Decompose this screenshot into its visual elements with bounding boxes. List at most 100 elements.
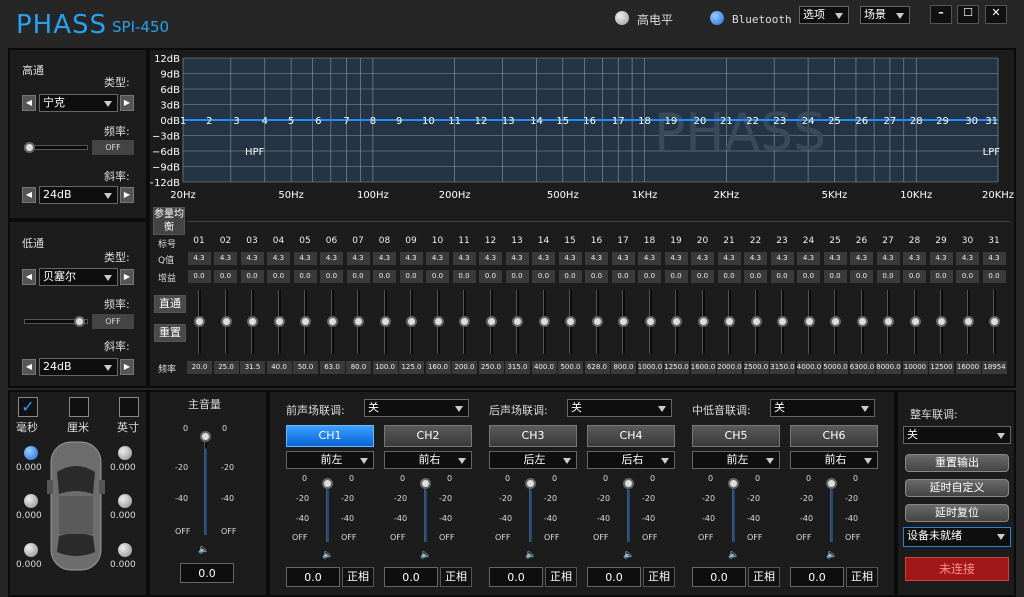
eq-band-marker[interactable]: 30 bbox=[965, 116, 978, 127]
speaker-delay-value[interactable]: 0.000 bbox=[110, 560, 136, 570]
speaker-select-icon[interactable] bbox=[118, 446, 132, 460]
band-gain-value[interactable]: 0.0 bbox=[691, 270, 714, 283]
eq-band-marker[interactable]: 16 bbox=[583, 116, 596, 127]
band-freq-value[interactable]: 6300.0 bbox=[849, 361, 875, 374]
band-freq-value[interactable]: 628.0 bbox=[584, 361, 610, 374]
bypass-button[interactable]: 直通 bbox=[154, 295, 186, 313]
band-q-value[interactable]: 4.3 bbox=[505, 252, 529, 265]
band-q-value[interactable]: 4.3 bbox=[532, 252, 555, 265]
band-q-value[interactable]: 4.3 bbox=[823, 252, 847, 265]
band-q-value[interactable]: 4.3 bbox=[664, 252, 688, 265]
band-gain-value[interactable]: 0.0 bbox=[664, 270, 688, 283]
band-gain-value[interactable]: 0.0 bbox=[187, 270, 211, 283]
band-gain-knob[interactable] bbox=[406, 316, 417, 327]
eq-band-marker[interactable]: 3 bbox=[233, 116, 239, 127]
band-freq-value[interactable]: 25.0 bbox=[213, 361, 239, 374]
eq-band-marker[interactable]: 11 bbox=[448, 116, 461, 127]
highpass-slope-next[interactable]: ▶ bbox=[120, 187, 134, 203]
band-q-value[interactable]: 4.3 bbox=[399, 252, 423, 265]
band-gain-knob[interactable] bbox=[989, 316, 1000, 327]
band-freq-value[interactable]: 3150.0 bbox=[770, 361, 795, 374]
band-q-value[interactable]: 4.3 bbox=[611, 252, 635, 265]
channel-position-select[interactable]: 前右 bbox=[790, 451, 878, 469]
band-gain-knob[interactable] bbox=[300, 316, 311, 327]
channel-volume-knob[interactable] bbox=[322, 478, 333, 489]
band-freq-value[interactable]: 80.0 bbox=[346, 361, 371, 374]
lowpass-slope-select[interactable]: 24dB bbox=[39, 358, 118, 376]
eq-band-marker[interactable]: 23 bbox=[774, 116, 787, 127]
band-gain-knob[interactable] bbox=[883, 316, 894, 327]
channel-button[interactable]: CH2 bbox=[384, 425, 472, 447]
band-freq-value[interactable]: 1000.0 bbox=[637, 361, 663, 374]
master-volume-track[interactable] bbox=[204, 433, 207, 535]
channel-volume-slider[interactable] bbox=[424, 480, 427, 542]
band-freq-value[interactable]: 31.5 bbox=[240, 361, 265, 374]
close-button[interactable]: ✕ bbox=[985, 5, 1007, 24]
eq-band-marker[interactable]: 7 bbox=[343, 116, 349, 127]
channel-button[interactable]: CH5 bbox=[692, 425, 780, 447]
band-freq-value[interactable]: 400.0 bbox=[531, 361, 557, 374]
scene-menu[interactable]: 场景 bbox=[860, 6, 910, 24]
channel-volume-knob[interactable] bbox=[623, 478, 634, 489]
band-gain-knob[interactable] bbox=[856, 316, 868, 327]
band-gain-knob[interactable] bbox=[591, 316, 603, 327]
bluetooth-indicator[interactable] bbox=[710, 11, 724, 25]
lowpass-type-prev[interactable]: ◀ bbox=[22, 269, 36, 285]
channel-button[interactable]: CH6 bbox=[790, 425, 878, 447]
band-freq-value[interactable]: 2500.0 bbox=[743, 361, 769, 374]
lowpass-freq-knob[interactable] bbox=[74, 316, 85, 327]
eq-band-marker[interactable]: 8 bbox=[370, 116, 376, 127]
eq-band-marker[interactable]: 17 bbox=[612, 116, 625, 127]
band-gain-knob[interactable] bbox=[803, 316, 815, 327]
channel-volume-knob[interactable] bbox=[826, 478, 837, 489]
channel-volume-knob[interactable] bbox=[525, 478, 536, 489]
band-q-value[interactable]: 4.3 bbox=[187, 252, 211, 265]
group-link-select[interactable]: 关 bbox=[770, 399, 875, 417]
band-gain-knob[interactable] bbox=[326, 316, 338, 327]
band-q-value[interactable]: 4.3 bbox=[638, 252, 661, 265]
band-gain-value[interactable]: 0.0 bbox=[797, 270, 820, 283]
highpass-freq-knob[interactable] bbox=[24, 142, 35, 153]
band-gain-value[interactable]: 0.0 bbox=[611, 270, 635, 283]
minimize-button[interactable]: – bbox=[930, 5, 952, 24]
band-q-value[interactable]: 4.3 bbox=[558, 252, 582, 265]
channel-phase-button[interactable]: 正相 bbox=[440, 567, 472, 587]
band-q-value[interactable]: 4.3 bbox=[479, 252, 502, 265]
eq-band-marker[interactable]: 18 bbox=[638, 116, 651, 127]
channel-volume-value[interactable]: 0.0 bbox=[384, 567, 438, 587]
band-gain-value[interactable]: 0.0 bbox=[399, 270, 423, 283]
channel-volume-slider[interactable] bbox=[326, 480, 329, 542]
channel-position-select[interactable]: 后右 bbox=[587, 451, 675, 469]
band-freq-value[interactable]: 1600.0 bbox=[690, 361, 716, 374]
speaker-delay-value[interactable]: 0.000 bbox=[110, 511, 136, 521]
channel-phase-button[interactable]: 正相 bbox=[342, 567, 374, 587]
band-gain-value[interactable]: 0.0 bbox=[452, 270, 476, 283]
speaker-select-icon[interactable] bbox=[24, 543, 38, 557]
band-q-value[interactable]: 4.3 bbox=[929, 252, 953, 265]
channel-position-select[interactable]: 前右 bbox=[384, 451, 472, 469]
channel-position-select[interactable]: 前左 bbox=[286, 451, 374, 469]
band-freq-value[interactable]: 16000 bbox=[955, 361, 981, 374]
channel-volume-value[interactable]: 0.0 bbox=[692, 567, 746, 587]
eq-band-marker[interactable]: 20 bbox=[694, 116, 707, 127]
eq-band-marker[interactable]: 21 bbox=[720, 116, 733, 127]
band-gain-knob[interactable] bbox=[697, 316, 709, 327]
band-freq-value[interactable]: 250.0 bbox=[478, 361, 504, 374]
highpass-slope-select[interactable]: 24dB bbox=[39, 186, 118, 204]
eq-band-marker[interactable]: 25 bbox=[828, 116, 841, 127]
band-gain-value[interactable]: 0.0 bbox=[638, 270, 661, 283]
band-freq-value[interactable]: 800.0 bbox=[611, 361, 636, 374]
channel-volume-slider[interactable] bbox=[529, 480, 532, 542]
channel-volume-value[interactable]: 0.0 bbox=[587, 567, 641, 587]
unit-ms-checkbox[interactable]: ✓ bbox=[18, 397, 38, 417]
eq-band-marker[interactable]: 22 bbox=[746, 116, 759, 127]
channel-volume-knob[interactable] bbox=[728, 478, 739, 489]
device-select[interactable]: 设备未就绪 bbox=[903, 527, 1011, 547]
band-q-value[interactable]: 4.3 bbox=[982, 252, 1006, 265]
maximize-button[interactable]: ☐ bbox=[957, 5, 979, 24]
band-freq-value[interactable]: 10000 bbox=[902, 361, 928, 374]
channel-volume-slider[interactable] bbox=[732, 480, 735, 542]
speaker-delay-value[interactable]: 0.000 bbox=[16, 511, 42, 521]
channel-volume-knob[interactable] bbox=[420, 478, 431, 489]
band-gain-knob[interactable] bbox=[830, 316, 841, 327]
